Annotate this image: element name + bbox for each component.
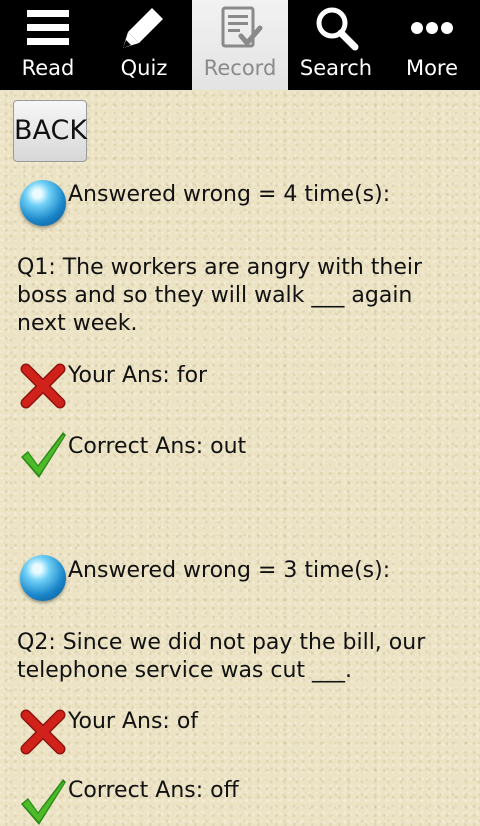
tab-quiz[interactable]: Quiz <box>96 0 192 90</box>
record-2-correct-answer: Correct Ans: off <box>68 778 239 803</box>
tab-read[interactable]: Read <box>0 0 96 90</box>
record-checklist-icon <box>221 6 263 48</box>
blue-orb-icon <box>20 555 66 601</box>
tab-read-label: Read <box>21 56 75 80</box>
record-1-correct-answer: Correct Ans: out <box>68 434 247 459</box>
record-1-wrong-count: Answered wrong = 4 time(s): <box>68 182 391 207</box>
record-1-question: Q1: The workers are angry with their bos… <box>17 255 423 336</box>
record-2-wrong-count: Answered wrong = 3 time(s): <box>68 558 391 583</box>
record-2-your-answer: Your Ans: of <box>68 709 199 734</box>
correct-check-icon <box>21 779 66 825</box>
more-dots-icon <box>411 22 453 34</box>
tab-more-label: More <box>405 56 459 80</box>
tab-quiz-label: Quiz <box>120 56 168 80</box>
tab-search[interactable]: Search <box>288 0 384 90</box>
tab-record[interactable]: Record <box>192 0 288 90</box>
blue-orb-icon <box>20 180 66 226</box>
tab-search-label: Search <box>299 56 373 80</box>
back-button[interactable]: BACK <box>13 100 87 162</box>
record-1-your-answer: Your Ans: for <box>68 363 208 388</box>
wrong-x-icon <box>20 363 66 409</box>
tab-record-label: Record <box>203 56 277 80</box>
tab-more[interactable]: More <box>384 0 480 90</box>
correct-check-icon <box>21 432 66 478</box>
wrong-x-icon <box>20 709 66 755</box>
top-tab-bar: Read Quiz Record Search More <box>0 0 480 90</box>
search-icon <box>316 7 359 51</box>
record-2-question: Q2: Since we did not pay the bill, our t… <box>17 630 426 683</box>
pencil-icon <box>123 8 163 48</box>
menu-lines-icon <box>27 10 69 45</box>
